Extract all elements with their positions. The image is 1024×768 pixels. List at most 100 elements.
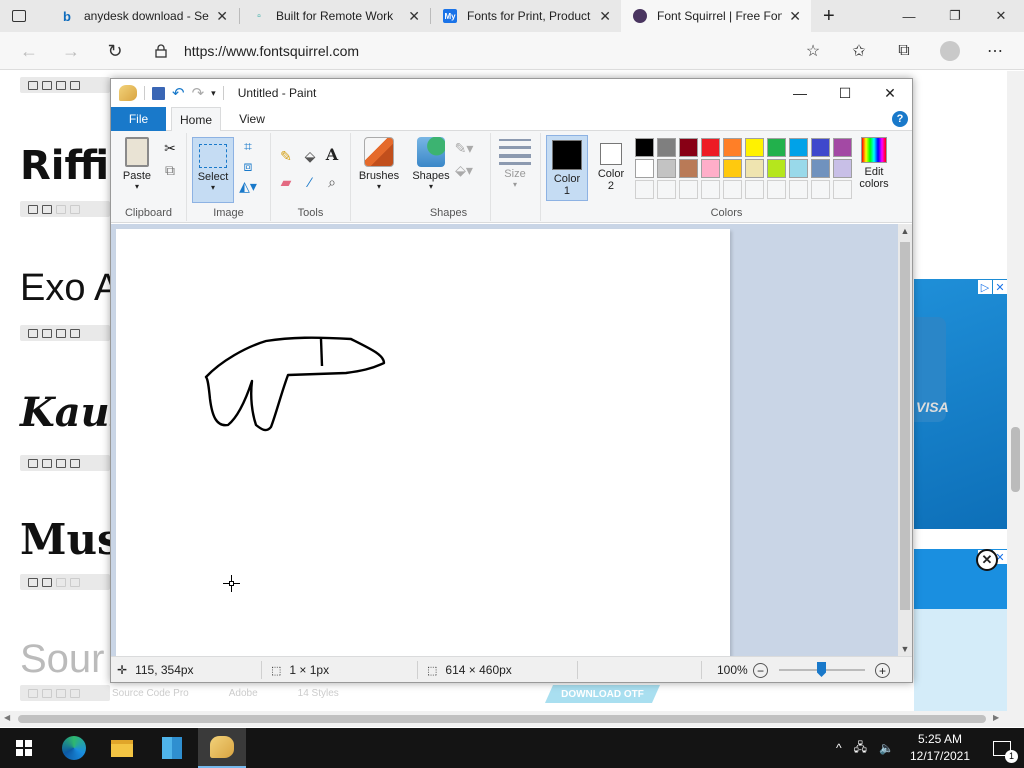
ad-choices-icon[interactable]: ▷ [978, 280, 992, 294]
palette-color-swatch[interactable] [767, 159, 786, 178]
advertisement-banner[interactable] [914, 549, 1007, 711]
undo-icon[interactable]: ↶ [172, 84, 185, 102]
scroll-up-icon[interactable]: ▲ [898, 224, 912, 238]
palette-color-swatch[interactable] [701, 159, 720, 178]
taskbar-paint[interactable] [198, 728, 246, 768]
advertisement-banner[interactable]: VISA [914, 279, 1007, 529]
restore-button[interactable]: ❐ [932, 0, 978, 32]
tab-font-squirrel[interactable]: Font Squirrel | Free Font ✕ [621, 0, 811, 32]
cut-icon[interactable]: ✂ [161, 139, 179, 157]
palette-color-swatch[interactable] [833, 138, 852, 157]
close-tab-icon[interactable]: ✕ [599, 8, 611, 25]
pencil-icon[interactable]: ✎ [277, 147, 295, 165]
refresh-button[interactable]: ↻ [102, 38, 128, 64]
crop-icon[interactable]: ⌗ [239, 137, 257, 155]
save-icon[interactable] [152, 86, 165, 100]
address-bar[interactable]: https://www.fontsquirrel.com [148, 36, 838, 66]
close-tab-icon[interactable]: ✕ [216, 8, 228, 25]
palette-color-swatch[interactable] [723, 138, 742, 157]
custom-color-slot[interactable] [635, 180, 654, 199]
palette-color-swatch[interactable] [679, 138, 698, 157]
outline-icon[interactable]: ✎▾ [455, 139, 474, 157]
scroll-right-icon[interactable]: ▶ [993, 713, 999, 722]
action-center-button[interactable]: 1 [980, 728, 1024, 768]
tab-file[interactable]: File [111, 107, 166, 131]
palette-color-swatch[interactable] [767, 138, 786, 157]
paint-maximize-button[interactable]: ☐ [822, 79, 868, 107]
custom-color-slot[interactable] [789, 180, 808, 199]
custom-color-slot[interactable] [811, 180, 830, 199]
close-tab-icon[interactable]: ✕ [789, 8, 801, 25]
lock-icon[interactable] [148, 44, 174, 58]
brushes-button[interactable]: Brushes ▾ [358, 137, 400, 191]
ad-close-icon[interactable]: ✕ [993, 280, 1007, 294]
palette-color-swatch[interactable] [701, 138, 720, 157]
palette-color-swatch[interactable] [745, 159, 764, 178]
tab-built-for-remote-work[interactable]: ▫ Built for Remote Work ✕ [240, 0, 430, 32]
color2-button[interactable]: Color 2 [591, 135, 631, 192]
scroll-down-icon[interactable]: ▼ [898, 642, 912, 656]
drawing-canvas[interactable] [116, 229, 730, 656]
scrollbar-thumb[interactable] [18, 715, 986, 723]
font-name-museo[interactable]: Mus [20, 515, 121, 564]
tab-view[interactable]: View [229, 107, 275, 131]
collections-button[interactable]: ⧉ [891, 38, 917, 64]
favorites-button[interactable]: ✩ [846, 38, 872, 64]
palette-color-swatch[interactable] [657, 138, 676, 157]
help-icon[interactable]: ? [892, 111, 908, 127]
tab-actions-button[interactable] [0, 0, 44, 32]
zoom-slider-thumb[interactable] [817, 662, 826, 677]
magnifier-icon[interactable]: ⌕ [323, 173, 341, 191]
text-icon[interactable]: A [323, 145, 341, 164]
zoom-out-button[interactable]: − [753, 663, 768, 678]
zoom-in-button[interactable]: + [875, 663, 890, 678]
palette-color-swatch[interactable] [657, 159, 676, 178]
color1-button[interactable]: Color 1 [546, 135, 588, 201]
taskbar-edge[interactable] [50, 728, 98, 768]
custom-color-slot[interactable] [745, 180, 764, 199]
network-icon[interactable]: 🖧 [854, 738, 867, 759]
copy-icon[interactable]: ⧉ [161, 161, 179, 179]
paint-minimize-button[interactable]: — [777, 79, 823, 107]
taskbar-store[interactable] [148, 728, 196, 768]
palette-color-swatch[interactable] [635, 138, 654, 157]
palette-color-swatch[interactable] [811, 159, 830, 178]
start-button[interactable] [0, 728, 48, 768]
edit-colors-button[interactable]: Edit colors [854, 137, 894, 190]
scrollbar-thumb[interactable] [900, 242, 910, 610]
rotate-icon[interactable]: ◭▾ [239, 177, 257, 195]
new-tab-button[interactable]: + [813, 0, 847, 32]
custom-color-slot[interactable] [701, 180, 720, 199]
palette-color-swatch[interactable] [745, 138, 764, 157]
paste-button[interactable]: Paste ▾ [119, 137, 155, 191]
scroll-left-icon[interactable]: ◀ [4, 713, 10, 722]
paint-close-button[interactable]: ✕ [867, 79, 913, 107]
download-otf-button[interactable]: DOWNLOAD OTF [545, 685, 660, 703]
palette-color-swatch[interactable] [833, 159, 852, 178]
add-favorite-button[interactable]: ☆ [800, 38, 826, 64]
taskbar-file-explorer[interactable] [98, 728, 146, 768]
profile-button[interactable] [937, 38, 963, 64]
palette-color-swatch[interactable] [723, 159, 742, 178]
page-vertical-scrollbar[interactable] [1007, 71, 1024, 711]
shapes-button[interactable]: Shapes ▾ [411, 137, 451, 191]
scrollbar-thumb[interactable] [1011, 427, 1020, 492]
size-button[interactable]: Size ▾ [497, 139, 533, 189]
fill-icon[interactable]: ⬙ [301, 147, 319, 165]
font-name-exo[interactable]: Exo A [20, 267, 119, 310]
close-tab-icon[interactable]: ✕ [408, 8, 420, 25]
palette-color-swatch[interactable] [811, 138, 830, 157]
close-window-button[interactable]: ✕ [978, 0, 1024, 32]
custom-color-slot[interactable] [657, 180, 676, 199]
eraser-icon[interactable]: ▰ [277, 173, 295, 191]
taskbar-clock[interactable]: 5:25 AM 12/17/2021 [905, 731, 975, 765]
palette-color-swatch[interactable] [789, 138, 808, 157]
select-button[interactable]: Select ▾ [192, 137, 234, 203]
back-button[interactable]: ← [16, 38, 42, 64]
settings-menu-button[interactable]: ⋯ [982, 38, 1008, 64]
volume-muted-icon[interactable]: 🔈 [879, 741, 894, 755]
color-picker-icon[interactable]: ⁄ [301, 173, 319, 191]
tab-fonts-for-print[interactable]: My Fonts for Print, Product ✕ [431, 0, 621, 32]
tab-anydesk-download[interactable]: b anydesk download - Se ✕ [48, 0, 238, 32]
custom-color-slot[interactable] [833, 180, 852, 199]
